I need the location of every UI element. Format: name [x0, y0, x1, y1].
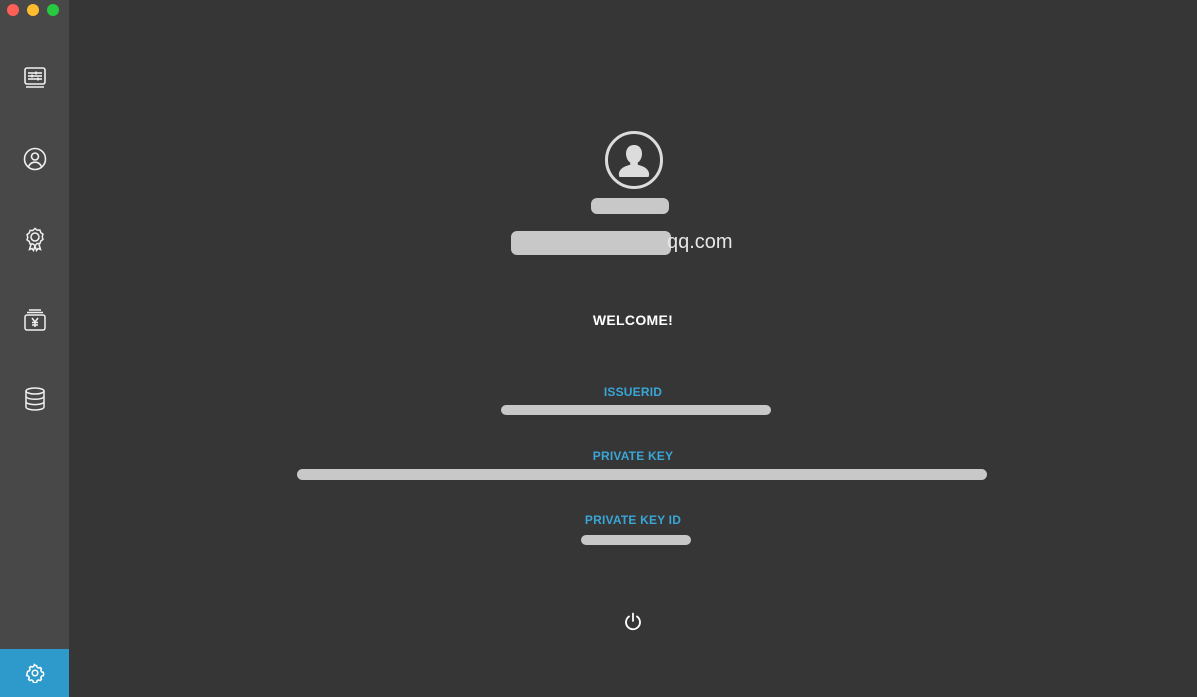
- email-suffix: qq.com: [667, 231, 733, 253]
- yen-wallet-icon: [23, 309, 46, 331]
- user-circle-icon: [23, 147, 46, 171]
- sidebar-item-settings[interactable]: [0, 649, 69, 697]
- private-key-id-label: PRIVATE KEY ID: [584, 513, 682, 527]
- welcome-text: WELCOME!: [592, 312, 674, 328]
- issuer-id-value-redacted: [501, 405, 771, 415]
- issuer-id-label: ISSUERID: [603, 385, 663, 399]
- window-controls: [7, 4, 59, 16]
- database-icon: [24, 387, 45, 411]
- private-key-label: PRIVATE KEY: [592, 449, 674, 463]
- sidebar-item-database[interactable]: [0, 374, 69, 424]
- sidebar: [0, 0, 69, 697]
- power-icon: [625, 612, 641, 631]
- main-content: qq.com WELCOME! ISSUERID PRIVATE KEY PRI…: [69, 0, 1197, 697]
- sidebar-item-certificates[interactable]: [0, 214, 69, 264]
- username-redacted: [591, 198, 669, 214]
- avatar: [605, 131, 663, 189]
- minimize-window-button[interactable]: [27, 4, 39, 16]
- maximize-window-button[interactable]: [47, 4, 59, 16]
- close-window-button[interactable]: [7, 4, 19, 16]
- private-key-id-value-redacted: [581, 535, 691, 545]
- email-redacted: [511, 231, 671, 255]
- private-key-value-redacted: [297, 469, 987, 480]
- user-silhouette-icon: [618, 145, 650, 177]
- sidebar-item-wallet[interactable]: [0, 295, 69, 345]
- sidebar-item-account[interactable]: [0, 134, 69, 184]
- logout-button[interactable]: [622, 611, 644, 633]
- certificate-badge-icon: [25, 227, 44, 252]
- sliders-monitor-icon: [23, 67, 46, 88]
- app-window: qq.com WELCOME! ISSUERID PRIVATE KEY PRI…: [0, 0, 1197, 697]
- gear-icon: [25, 663, 44, 683]
- sidebar-item-apps[interactable]: [0, 53, 69, 103]
